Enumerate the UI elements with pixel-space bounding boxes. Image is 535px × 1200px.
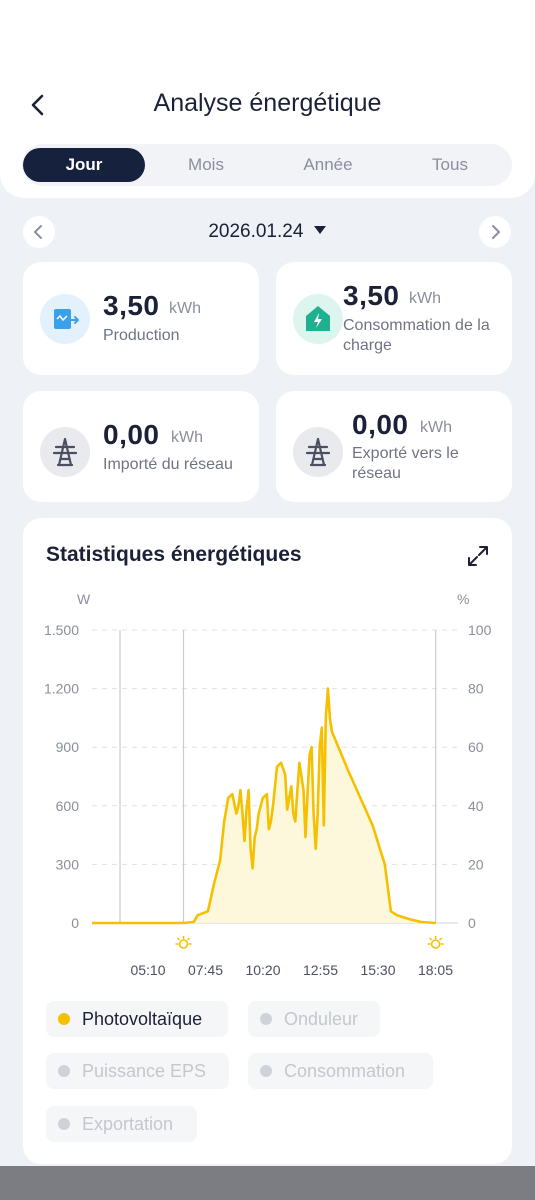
consumption-unit: kWh <box>409 290 441 307</box>
y-left-tick-label: 0 <box>71 915 79 931</box>
legend-exportation[interactable]: Exportation <box>46 1106 197 1142</box>
y-right-tick-label: 20 <box>468 856 484 872</box>
tab-tous[interactable]: Tous <box>389 144 511 186</box>
sun-ray <box>439 937 443 941</box>
production-unit: kWh <box>169 300 201 317</box>
production-value: 3,50 <box>103 290 160 321</box>
legend-consommation[interactable]: Consommation <box>248 1053 433 1089</box>
y-right-tick-label: 80 <box>468 681 484 697</box>
tab-jour[interactable]: Jour <box>23 148 145 182</box>
page-title: Analyse énergétique <box>153 89 382 117</box>
sun-ray <box>176 937 181 941</box>
energy-chart: 1.500 100 1.200 80 900 60 600 40 300 20 0 0 05:10 07:… <box>44 622 492 978</box>
consumption-label-line2: charge <box>343 337 392 354</box>
x-tick-label: 15:30 <box>360 962 395 978</box>
exported-unit: kWh <box>420 419 452 436</box>
consumption-value: 3,50 <box>343 280 400 311</box>
y-right-tick-label: 0 <box>468 915 476 931</box>
date-value: 2026.01.24 <box>208 221 304 242</box>
chevron-right-icon <box>492 225 500 239</box>
y-left-tick-label: 600 <box>56 798 80 814</box>
stats-title: Statistiques énergétiques <box>46 543 302 566</box>
exported-value: 0,00 <box>352 409 409 440</box>
sunrise-icon <box>178 939 189 949</box>
imported-label: Importé du réseau <box>103 456 233 473</box>
exported-label-line2: réseau <box>352 465 401 482</box>
x-tick-label: 12:55 <box>303 962 338 978</box>
exported-label-line1: Exporté vers le <box>352 445 459 462</box>
home-charge-icon <box>293 294 343 344</box>
legend-dot <box>58 1118 70 1130</box>
tab-mois[interactable]: Mois <box>145 144 267 186</box>
tab-annee[interactable]: Année <box>267 144 389 186</box>
imported-unit: kWh <box>171 429 203 446</box>
system-nav-bar <box>0 1166 535 1200</box>
imported-card[interactable]: 0,00 kWh Importé du réseau <box>23 391 259 502</box>
y-left-tick-label: 1.200 <box>44 681 79 697</box>
x-tick-label: 07:45 <box>188 962 223 978</box>
x-tick-label: 18:05 <box>418 962 453 978</box>
solar-panel-icon <box>40 294 90 344</box>
legend-photovoltaique[interactable]: Photovoltaïque <box>46 1001 228 1037</box>
legend-dot <box>58 1065 70 1077</box>
grid-tower-icon <box>40 427 90 477</box>
expand-icon[interactable] <box>466 544 490 568</box>
next-day-button[interactable] <box>479 216 511 248</box>
legend-onduleur[interactable]: Onduleur <box>248 1001 380 1037</box>
legend-puissance-eps[interactable]: Puissance EPS <box>46 1053 229 1089</box>
consumption-label-line1: Consommation de la <box>343 317 490 334</box>
date-selector[interactable]: 2026.01.24 <box>0 221 535 243</box>
production-label: Production <box>103 327 180 344</box>
sunset-icon <box>430 939 441 949</box>
production-card[interactable]: 3,50 kWh Production <box>23 262 259 375</box>
y-right-tick-label: 40 <box>468 798 484 814</box>
exported-card[interactable]: 0,00 kWh Exporté vers le réseau <box>276 391 512 502</box>
period-tabs: Jour Mois Année Tous <box>22 144 512 186</box>
sun-ray <box>186 937 191 941</box>
legend-dot <box>260 1065 272 1077</box>
legend-dot <box>58 1013 70 1025</box>
x-tick-label: 05:10 <box>130 962 165 978</box>
x-tick-label: 10:20 <box>245 962 280 978</box>
imported-value: 0,00 <box>103 419 160 450</box>
y-left-tick-label: 900 <box>56 739 80 755</box>
y-left-tick-label: 1.500 <box>44 622 79 638</box>
y-right-tick-label: 60 <box>468 739 484 755</box>
legend-dot <box>260 1013 272 1025</box>
sun-ray <box>429 937 433 941</box>
y-right-tick-label: 100 <box>468 622 492 638</box>
caret-down-icon <box>313 226 326 234</box>
consumption-card[interactable]: 3,50 kWh Consommation de la charge <box>276 262 512 375</box>
grid-tower-icon <box>293 427 343 477</box>
y-left-tick-label: 300 <box>56 856 80 872</box>
